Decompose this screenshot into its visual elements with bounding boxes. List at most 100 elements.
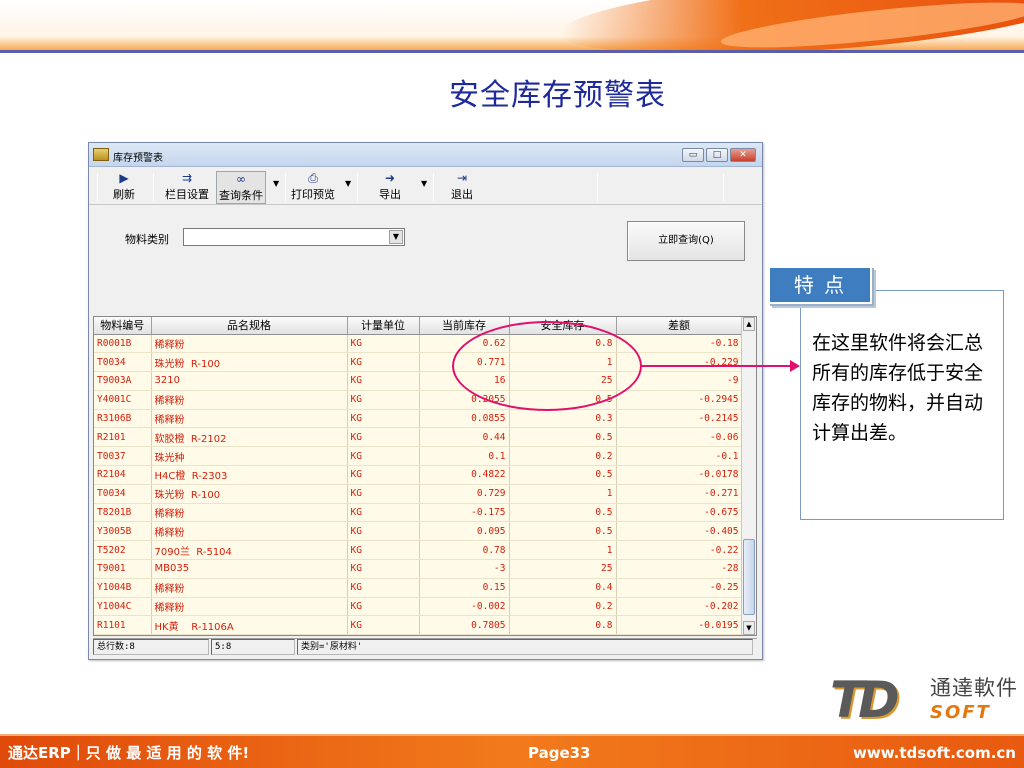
column-header[interactable]: 计量单位 <box>347 317 420 335</box>
slide-title: 安全库存预警表 <box>449 78 666 113</box>
table-cell: T0034 <box>94 352 152 373</box>
table-row[interactable]: R2101 软胶橙 R-2102 KG 0.44 0.5 -0.06 <box>94 427 743 448</box>
status-category: 类别='原材料' <box>297 639 753 655</box>
toolbar-separator <box>357 173 358 201</box>
footer-bar: 通达ERP｜只 做 最 适 用 的 软 件! Page33 www.tdsoft… <box>0 734 1024 768</box>
column-header[interactable]: 物料编号 <box>94 317 152 335</box>
table-cell: 0.4822 <box>419 465 510 485</box>
query-now-button[interactable]: 立即查询(Q) <box>627 221 745 261</box>
toolbar: ▶ 刷新 ⇉ 栏目设置 ∞ 查询条件 ▼ ⎙ 打印预览 ▼ ➜ 导出 ▼ ⇥ 退… <box>89 167 762 205</box>
table-row[interactable]: Y4001C 稀释粉 KG 0.2055 0.5 -0.2945 <box>94 390 743 410</box>
table-cell: 稀释粉 <box>151 578 348 598</box>
column-header[interactable]: 差额 <box>616 317 743 335</box>
table-cell: R2104 <box>94 465 152 485</box>
table-cell: H4C橙 R-2303 <box>151 465 348 485</box>
table-row[interactable]: T0037 珠光种 KG 0.1 0.2 -0.1 <box>94 446 743 467</box>
table-cell: -0.175 <box>419 503 510 523</box>
close-button[interactable]: ✕ <box>730 148 756 162</box>
page-number: Page33 <box>528 744 591 762</box>
column-header[interactable]: 品名规格 <box>151 317 348 335</box>
minimize-button[interactable]: ▭ <box>682 148 704 162</box>
table-cell: 0.729 <box>419 484 510 504</box>
category-select[interactable]: ▼ <box>183 228 405 246</box>
logo-soft-text: SOFT <box>930 702 991 723</box>
table-cell: 稀释粉 <box>151 521 348 542</box>
table-row[interactable]: T0034 珠光粉 R-100 KG 0.771 1 -0.229 <box>94 352 743 373</box>
table-cell: R0001B <box>94 334 152 354</box>
table-row[interactable]: T9003A 3210 KG 16 25 -9 <box>94 371 743 391</box>
print-preview-dropdown-icon[interactable]: ▼ <box>345 179 351 188</box>
table-row[interactable]: R2104 H4C橙 R-2303 KG 0.4822 0.5 -0.0178 <box>94 465 743 485</box>
table-cell: KG <box>347 503 420 523</box>
footer-website: www.tdsoft.com.cn <box>853 744 1016 762</box>
table-cell: 稀释粉 <box>151 597 348 617</box>
table-cell: KG <box>347 578 420 598</box>
print-preview-button[interactable]: ⎙ 打印预览 <box>291 171 335 202</box>
scroll-thumb[interactable] <box>743 539 755 615</box>
logo-mark: TD <box>830 671 900 729</box>
table-cell: KG <box>347 465 420 485</box>
table-row[interactable]: R1101 HK黄 R-1106A KG 0.7805 0.8 -0.0195 <box>94 615 743 635</box>
table-cell: KG <box>347 334 420 354</box>
exit-icon: ⇥ <box>456 171 468 185</box>
scroll-up-icon[interactable]: ▲ <box>743 317 755 331</box>
table-cell: Y1004B <box>94 578 152 598</box>
table-cell: R1101 <box>94 615 152 635</box>
toolbar-separator <box>723 173 724 201</box>
export-button[interactable]: ➜ 导出 <box>379 171 401 202</box>
table-row[interactable]: Y1004C 稀释粉 KG -0.002 0.2 -0.202 <box>94 597 743 617</box>
table-cell: -0.675 <box>616 503 743 523</box>
toolbar-separator <box>597 173 598 201</box>
printer-icon: ⎙ <box>308 171 318 185</box>
feature-tag: 特 点 <box>768 266 872 304</box>
table-cell: KG <box>347 521 420 542</box>
table-cell: T0034 <box>94 484 152 504</box>
table-row[interactable]: T8201B 稀释粉 KG -0.175 0.5 -0.675 <box>94 503 743 523</box>
table-row[interactable]: T5202 7090兰 R-5104 KG 0.78 1 -0.22 <box>94 540 743 561</box>
maximize-button[interactable]: □ <box>706 148 728 162</box>
table-cell: 0.78 <box>419 540 510 561</box>
table-cell: 1 <box>509 540 617 561</box>
query-conditions-label: 查询条件 <box>219 189 263 202</box>
table-cell: 0.7805 <box>419 615 510 635</box>
table-cell: KG <box>347 484 420 504</box>
table-cell: 0.2 <box>509 446 617 467</box>
table-cell: KG <box>347 352 420 373</box>
chevron-down-icon[interactable]: ▼ <box>389 230 403 244</box>
table-cell: 0.5 <box>509 521 617 542</box>
table-cell: -0.271 <box>616 484 743 504</box>
query-conditions-button[interactable]: ∞ 查询条件 <box>216 171 266 204</box>
binoculars-icon: ∞ <box>236 172 246 186</box>
scroll-down-icon[interactable]: ▼ <box>743 621 755 635</box>
highlight-ellipse <box>452 321 642 411</box>
company-logo: TD 通達軟件 SOFT <box>830 670 1020 730</box>
table-cell: -0.06 <box>616 427 743 448</box>
query-conditions-dropdown-icon[interactable]: ▼ <box>273 179 279 188</box>
table-cell: KG <box>347 427 420 448</box>
table-cell: 0.095 <box>419 521 510 542</box>
table-row[interactable]: Y3005B 稀释粉 KG 0.095 0.5 -0.405 <box>94 521 743 542</box>
table-cell: 0.5 <box>509 503 617 523</box>
footer-slogan: 通达ERP｜只 做 最 适 用 的 软 件! <box>8 744 250 762</box>
table-row[interactable]: T9001 MB035 KG -3 25 -28 <box>94 559 743 579</box>
table-cell: 珠光粉 R-100 <box>151 484 348 504</box>
column-settings-button[interactable]: ⇉ 栏目设置 <box>165 171 209 202</box>
table-cell: T9001 <box>94 559 152 579</box>
table-header-row: 物料编号 品名规格 计量单位 当前库存 安全库存 差额 <box>94 317 743 335</box>
table-cell: 稀释粉 <box>151 409 348 429</box>
table-row[interactable]: R0001B 稀释粉 KG 0.62 0.8 -0.18 <box>94 334 743 354</box>
category-label: 物料类别 <box>125 233 169 246</box>
refresh-button[interactable]: ▶ 刷新 <box>113 171 135 202</box>
status-bar: 总行数:8 5:8 类别='原材料' <box>93 638 757 655</box>
table-cell: -0.405 <box>616 521 743 542</box>
table-cell: 25 <box>509 559 617 579</box>
window-titlebar[interactable]: 库存预警表 ▭ □ ✕ <box>89 143 762 167</box>
table-row[interactable]: R3106B 稀释粉 KG 0.0855 0.3 -0.2145 <box>94 409 743 429</box>
export-dropdown-icon[interactable]: ▼ <box>421 179 427 188</box>
refresh-icon: ▶ <box>119 171 129 185</box>
inventory-grid[interactable]: 物料编号 品名规格 计量单位 当前库存 安全库存 差额 R0001B 稀释粉 KG 0… <box>93 316 757 636</box>
table-row[interactable]: Y1004B 稀释粉 KG 0.15 0.4 -0.25 <box>94 578 743 598</box>
table-row[interactable]: T0034 珠光粉 R-100 KG 0.729 1 -0.271 <box>94 484 743 504</box>
exit-button[interactable]: ⇥ 退出 <box>451 171 473 202</box>
table-cell: -0.002 <box>419 597 510 617</box>
